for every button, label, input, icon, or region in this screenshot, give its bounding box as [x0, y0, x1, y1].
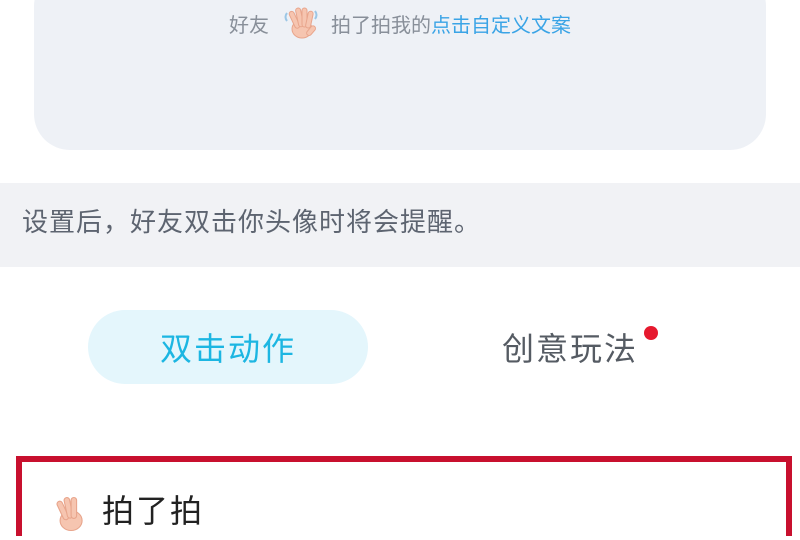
hint-text: 设置后，好友双击你头像时将会提醒。	[22, 208, 482, 238]
preview-pat-text: 拍了拍我的	[331, 12, 431, 37]
pat-option-label: 拍了拍	[102, 492, 205, 530]
custom-text-link[interactable]: 点击自定义文案	[431, 9, 571, 38]
waving-hand-icon	[281, 3, 321, 43]
new-badge-dot	[644, 326, 658, 340]
tab-creative-play[interactable]: 创意玩法	[480, 310, 660, 384]
pat-preview-line: 好友 拍了拍我的 点击自定义文案	[34, 0, 766, 46]
waving-hand-icon	[48, 492, 92, 536]
hint-bar: 设置后，好友双击你头像时将会提醒。	[0, 183, 800, 267]
pat-preview-card: 好友 拍了拍我的 点击自定义文案	[34, 0, 766, 150]
preview-friend-text: 好友	[229, 12, 269, 37]
pat-option-item[interactable]: 拍了拍	[16, 456, 792, 536]
tab-double-tap-action[interactable]: 双击动作	[88, 310, 368, 384]
